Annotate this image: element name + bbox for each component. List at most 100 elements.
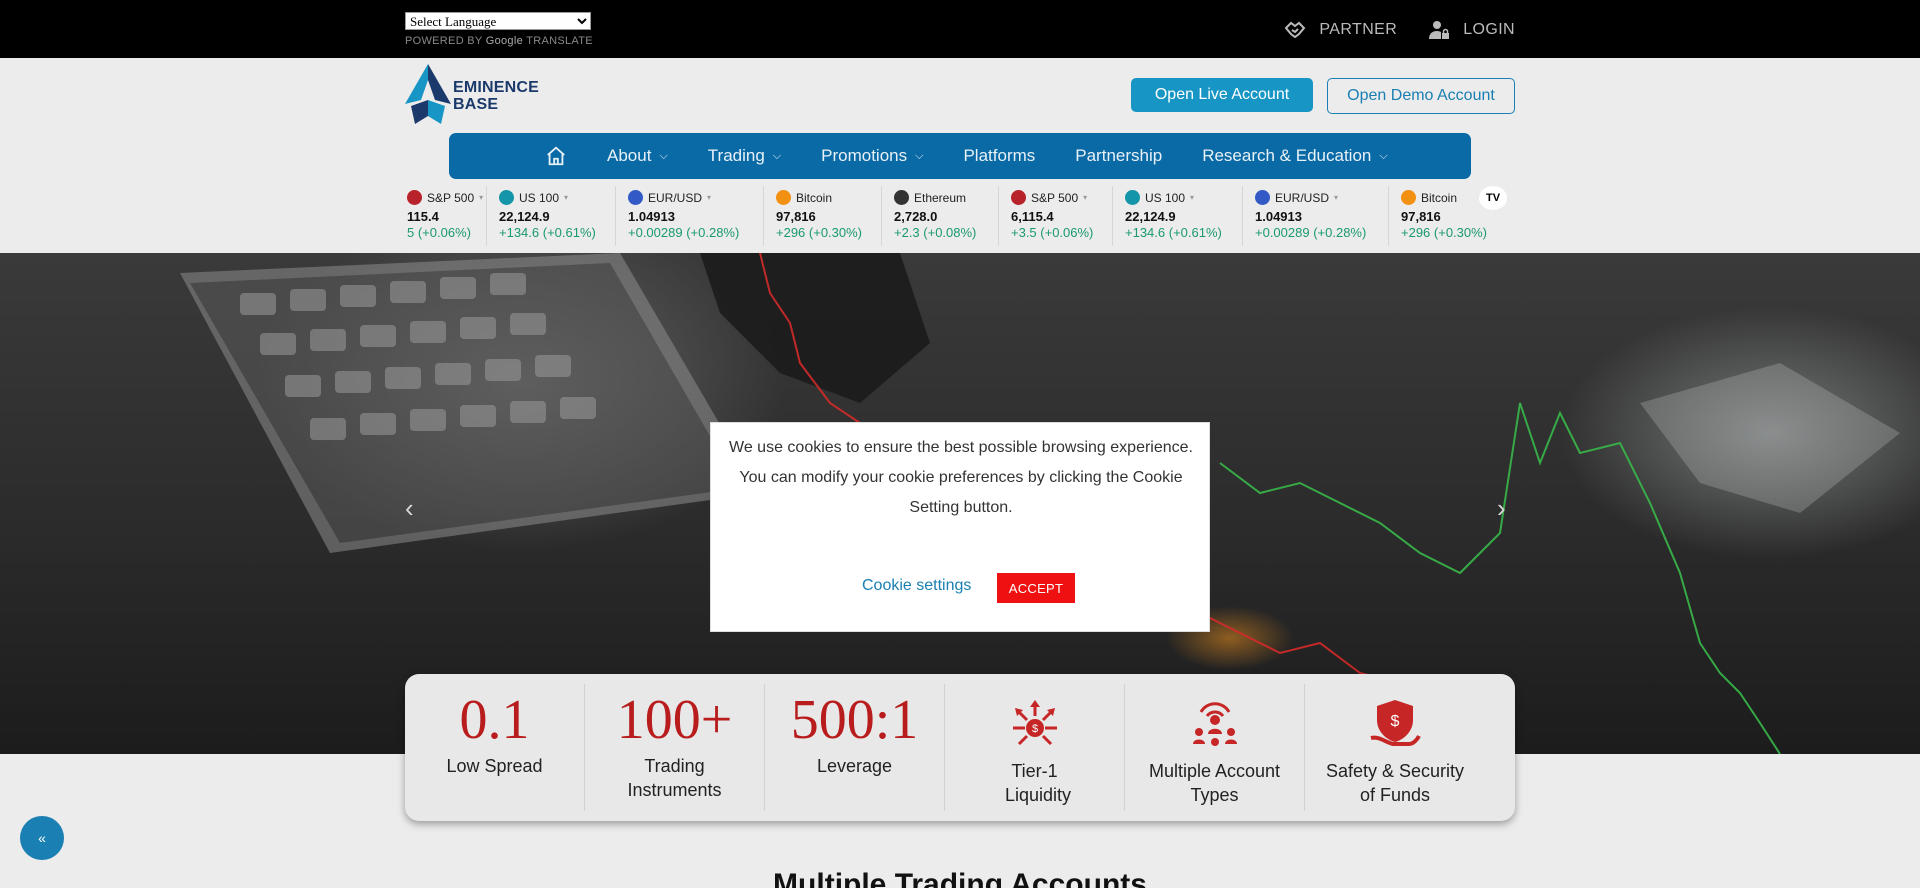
svg-text:$: $ — [1391, 713, 1400, 730]
stat-label: Trading Instruments — [627, 756, 722, 800]
caret-icon: ▾ — [479, 193, 484, 202]
scroll-to-top-button[interactable]: « — [20, 816, 64, 860]
ticker-item[interactable]: S&P 500 ▾ 6,115.4 +3.5 (+0.06%) — [998, 186, 1093, 246]
translate-link[interactable]: TRANSLATE — [526, 35, 593, 47]
svg-text:$: $ — [1031, 723, 1037, 735]
ticker-price: 1.04913 — [1255, 209, 1302, 224]
ticker-item[interactable]: EUR/USD ▾ 1.04913 +0.00289 (+0.28%) — [1242, 186, 1366, 246]
ticker-change: +0.00289 (+0.28%) — [1255, 225, 1367, 240]
partner-link[interactable]: PARTNER — [1283, 18, 1397, 42]
nav-trading[interactable]: Trading ⌵ — [708, 146, 781, 166]
language-selector[interactable]: Select Language — [405, 12, 591, 31]
ticker-change: +296 (+0.30%) — [1401, 225, 1488, 240]
site-logo[interactable]: EMINENCE BASE — [405, 64, 539, 128]
ticker-change: +296 (+0.30%) — [776, 225, 863, 240]
ticker-change: 5 (+0.06%) — [407, 225, 471, 240]
liquidity-icon: $ — [1012, 700, 1057, 746]
ticker-name: EUR/USD — [1275, 190, 1330, 205]
ticker-change: +2.3 (+0.08%) — [894, 225, 977, 240]
nav-home[interactable] — [545, 145, 567, 167]
language-select[interactable]: Select Language — [405, 12, 591, 30]
nav-trading-label: Trading — [707, 146, 765, 165]
chevron-down-icon: ⌵ — [1379, 149, 1388, 162]
main-navigation: About ⌵ Trading ⌵ Promotions ⌵ Platforms Pa… — [449, 133, 1471, 179]
stat-low-spread: 0.1 Low Spread — [405, 684, 585, 811]
nav-about[interactable]: About ⌵ — [607, 146, 668, 166]
ethereum-icon — [894, 190, 909, 205]
ticker-name: Bitcoin — [1421, 190, 1458, 205]
sp500-icon — [407, 190, 422, 205]
ticker-item[interactable]: S&P 500 ▾ 115.4 5 (+0.06%) — [400, 186, 483, 246]
stat-label: Safety & Security of Funds — [1325, 761, 1465, 805]
ticker-name: S&P 500 — [427, 190, 475, 205]
stat-value: 0.1 — [459, 689, 530, 751]
open-demo-account-button[interactable]: Open Demo Account — [1327, 78, 1515, 114]
nav-platforms-label: Platforms — [963, 146, 1036, 165]
eurusd-icon — [628, 190, 643, 205]
ticker-price: 6,115.4 — [1011, 209, 1054, 224]
user-lock-icon — [1429, 21, 1450, 39]
caret-icon: ▾ — [1083, 193, 1088, 202]
ticker-item[interactable]: US 100 ▾ 22,124.9 +134.6 (+0.61%) — [1112, 186, 1222, 246]
ticker-change: +0.00289 (+0.28%) — [628, 225, 740, 240]
sp500-icon — [1011, 190, 1026, 205]
carousel-prev-button[interactable]: ‹ — [405, 493, 414, 524]
eminence-logo-icon — [405, 64, 451, 124]
ticker-name: Bitcoin — [796, 190, 833, 205]
ticker-price: 97,816 — [776, 209, 816, 224]
ticker-name: Ethereum — [914, 190, 967, 205]
ticker-price: 2,728.0 — [894, 209, 938, 224]
open-live-account-button[interactable]: Open Live Account — [1131, 78, 1313, 112]
ticker-item[interactable]: Bitcoin 97,816 +296 (+0.30%) — [763, 186, 862, 246]
ticker-item[interactable]: Ethereum 2,728.0 +2.3 (+0.08%) — [881, 186, 976, 246]
stat-label: Leverage — [816, 756, 893, 776]
stat-value: 500:1 — [790, 689, 919, 751]
nav-partnership-label: Partnership — [1075, 146, 1163, 165]
bitcoin-icon — [1401, 190, 1416, 205]
nav-platforms[interactable]: Platforms — [963, 146, 1035, 166]
stat-label: Multiple Account Types — [1148, 761, 1281, 805]
nav-promotions[interactable]: Promotions ⌵ — [821, 146, 923, 166]
home-icon — [547, 146, 565, 166]
stat-tier1-liquidity: $ Tier-1 Liquidity — [945, 684, 1125, 811]
ticker-item[interactable]: US 100 ▾ 22,124.9 +134.6 (+0.61%) — [486, 186, 596, 246]
ticker-change: +134.6 (+0.61%) — [499, 225, 596, 240]
carousel-next-button[interactable]: › — [1497, 493, 1506, 524]
chevron-down-icon: ⌵ — [772, 149, 782, 162]
caret-icon: ▾ — [1334, 193, 1339, 202]
stat-label: Low Spread — [446, 756, 543, 776]
ticker-price: 97,816 — [1401, 209, 1441, 224]
security-icon: $ — [1370, 700, 1421, 746]
ticker-name: S&P 500 — [1031, 190, 1079, 205]
handshake-icon — [1285, 21, 1306, 39]
partner-label: PARTNER — [1319, 21, 1398, 38]
ticker-price: 22,124.9 — [499, 209, 550, 224]
cookie-settings-link[interactable]: Cookie settings — [862, 577, 971, 595]
chevron-down-icon: ⌵ — [915, 149, 924, 162]
cookie-accept-button[interactable]: ACCEPT — [997, 573, 1075, 603]
ticker-price: 115.4 — [407, 209, 439, 224]
login-link[interactable]: LOGIN — [1427, 18, 1515, 42]
top-bar: Select Language POWERED BY Google TRANSL… — [0, 0, 1920, 58]
logo-text-base: BASE — [453, 96, 499, 113]
market-ticker[interactable]: S&P 500 ▾ 115.4 5 (+0.06%) US 100 ▾ 22,124… — [400, 186, 1508, 250]
nav-partnership[interactable]: Partnership — [1075, 146, 1162, 166]
caret-icon: ▾ — [564, 193, 569, 202]
ticker-price: 22,124.9 — [1125, 209, 1176, 224]
stat-label: Tier-1 Liquidity — [1005, 761, 1072, 805]
powered-by-text: POWERED BY — [405, 35, 483, 47]
ticker-item[interactable]: Bitcoin 97,816 +296 (+0.30%) — [1388, 186, 1487, 246]
tradingview-logo-icon[interactable]: TV — [1479, 186, 1507, 210]
stat-trading-instruments: 100+ Trading Instruments — [585, 684, 765, 811]
nav-research-education[interactable]: Research & Education ⌵ — [1202, 146, 1388, 166]
stat-leverage: 500:1 Leverage — [765, 684, 945, 811]
ticker-change: +134.6 (+0.61%) — [1125, 225, 1222, 240]
powered-by-google: POWERED BY Google TRANSLATE — [405, 35, 593, 47]
account-types-icon — [1192, 702, 1237, 746]
caret-icon: ▾ — [707, 193, 712, 202]
stat-safety-security: $ Safety & Security of Funds — [1305, 684, 1485, 811]
ticker-item[interactable]: EUR/USD ▾ 1.04913 +0.00289 (+0.28%) — [615, 186, 739, 246]
section-title: Multiple Trading Accounts — [773, 868, 1147, 888]
google-logo-text: Google — [485, 35, 524, 47]
ticker-name: US 100 — [519, 190, 560, 205]
